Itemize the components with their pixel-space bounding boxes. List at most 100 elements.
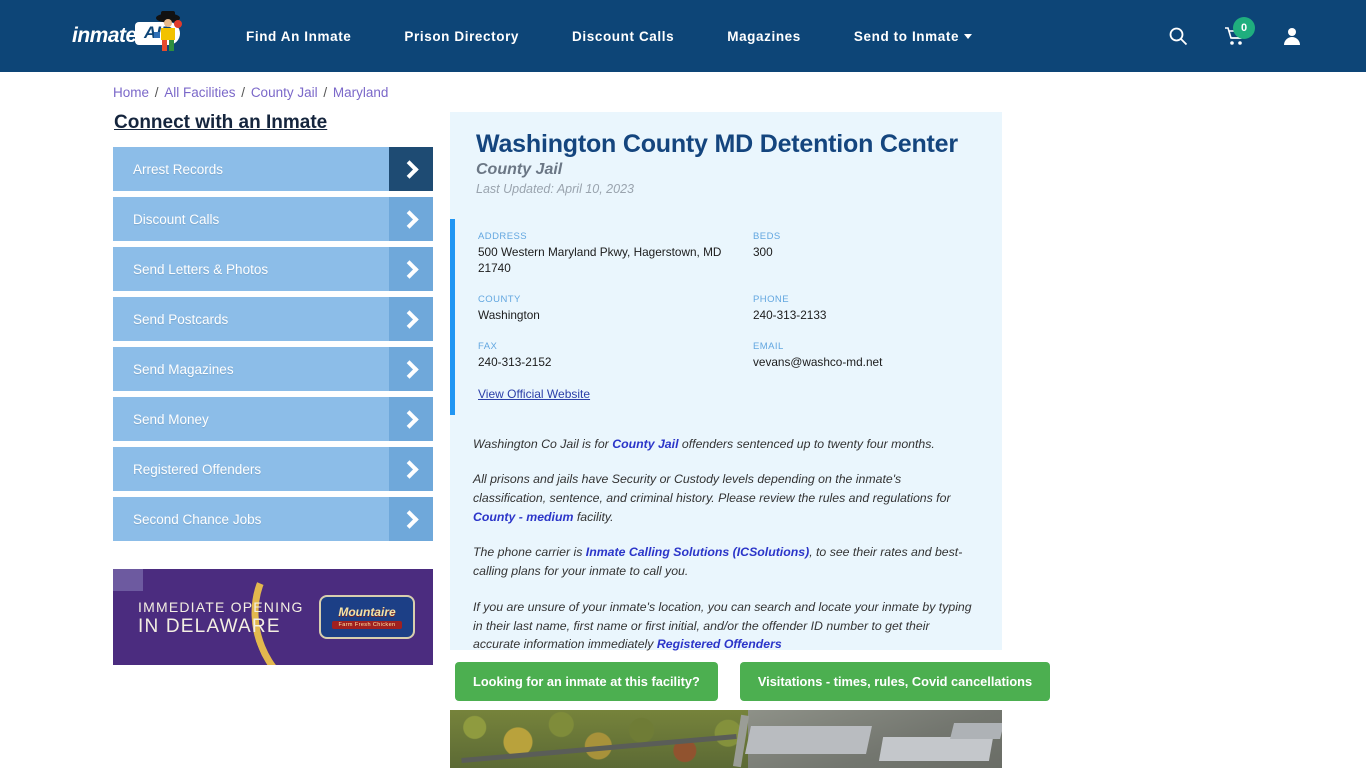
- link-icsolutions[interactable]: Inmate Calling Solutions (ICSolutions): [586, 545, 809, 559]
- nav-prison-directory[interactable]: Prison Directory: [404, 29, 519, 44]
- breadcrumb-separator: /: [237, 85, 249, 100]
- chevron-right-icon: [389, 347, 433, 391]
- sidebar-item-send-postcards[interactable]: Send Postcards: [113, 297, 433, 341]
- ad-line-1: IMMEDIATE OPENING: [138, 599, 304, 615]
- photo-building-2: [878, 736, 994, 762]
- ad-brand-name: Mountaire: [338, 605, 396, 619]
- nav-label: Find An Inmate: [246, 28, 352, 44]
- info-label: EMAIL: [753, 340, 784, 352]
- ad-text: IMMEDIATE OPENING IN DELAWARE: [138, 599, 304, 638]
- link-county-medium[interactable]: County - medium: [473, 510, 573, 524]
- info-label: BEDS: [753, 231, 781, 242]
- breadcrumb-item-all-facilities[interactable]: All Facilities: [164, 85, 235, 100]
- info-value: 240-313-2152: [478, 354, 552, 369]
- breadcrumb-item-maryland[interactable]: Maryland: [333, 85, 389, 100]
- nav-magazines[interactable]: Magazines: [727, 29, 801, 44]
- breadcrumb-separator: /: [319, 85, 331, 100]
- sidebar-item-registered-offenders[interactable]: Registered Offenders: [113, 447, 433, 491]
- info-value: 300: [753, 245, 773, 259]
- user-account-icon[interactable]: [1282, 26, 1302, 46]
- page-title: Washington County MD Detention Center: [476, 130, 958, 158]
- info-value: Washington: [478, 307, 540, 322]
- desc-text: The phone carrier is: [473, 545, 586, 560]
- chevron-right-icon: [389, 197, 433, 241]
- description-paragraph-2: All prisons and jails have Security or C…: [473, 470, 976, 526]
- looking-for-inmate-button[interactable]: Looking for an inmate at this facility?: [455, 662, 718, 701]
- inmate-character-icon: [154, 11, 182, 51]
- cta-button-row: Looking for an inmate at this facility? …: [455, 662, 1051, 701]
- chevron-right-icon: [389, 447, 433, 491]
- info-label: ADDRESS: [478, 231, 528, 242]
- sidebar-item-send-letters-photos[interactable]: Send Letters & Photos: [113, 247, 433, 291]
- cart-count-badge: 0: [1233, 17, 1255, 39]
- shopping-cart-icon[interactable]: 0: [1224, 17, 1255, 46]
- sidebar-title: Connect with an Inmate: [114, 112, 328, 133]
- sidebar-item-second-chance-jobs[interactable]: Second Chance Jobs: [113, 497, 433, 541]
- info-value: 500 Western Maryland Pkwy, Hagerstown, M…: [478, 245, 722, 275]
- ad-line-2: IN DELAWARE: [138, 615, 281, 637]
- main-navigation: Find An Inmate Prison Directory Discount…: [246, 28, 973, 44]
- breadcrumb: Home / All Facilities / County Jail / Ma…: [113, 85, 388, 100]
- facility-header: Washington County MD Detention Center Co…: [450, 112, 1002, 196]
- sidebar-item-discount-calls[interactable]: Discount Calls: [113, 197, 433, 241]
- description-paragraph-4: If you are unsure of your inmate's locat…: [473, 598, 976, 654]
- sidebar-item-send-magazines[interactable]: Send Magazines: [113, 347, 433, 391]
- description-paragraph-3: The phone carrier is Inmate Calling Solu…: [473, 543, 976, 580]
- chevron-right-icon: [389, 297, 433, 341]
- nav-label: Send to Inmate: [853, 28, 960, 44]
- ad-corner-accent: [113, 569, 143, 591]
- sidebar-item-label: Arrest Records: [133, 161, 224, 177]
- nav-discount-calls[interactable]: Discount Calls: [572, 29, 674, 44]
- photo-building-1: [745, 726, 873, 755]
- sidebar-item-arrest-records[interactable]: Arrest Records: [113, 147, 433, 191]
- chevron-right-icon: [389, 397, 433, 441]
- sidebar-item-label: Send Postcards: [133, 311, 229, 327]
- sidebar: Connect with an Inmate Arrest Records Di…: [113, 112, 433, 547]
- sidebar-item-label: Second Chance Jobs: [133, 511, 262, 527]
- site-logo[interactable]: inmate AID: [72, 11, 190, 56]
- info-field-email: EMAIL vevans@washco-md.net: [753, 341, 976, 371]
- nav-find-an-inmate[interactable]: Find An Inmate: [246, 29, 351, 44]
- info-value: vevans@washco-md.net: [753, 354, 883, 369]
- nav-label: Discount Calls: [572, 28, 675, 44]
- nav-send-to-inmate[interactable]: Send to Inmate: [853, 28, 973, 44]
- info-field-beds: BEDS 300: [753, 231, 976, 277]
- chevron-right-icon: [389, 247, 433, 291]
- info-field-fax: FAX 240-313-2152: [478, 341, 753, 371]
- chevron-down-icon: [964, 33, 973, 39]
- nav-label: Prison Directory: [404, 28, 520, 44]
- chevron-right-icon: [389, 497, 433, 541]
- link-county-jail[interactable]: County Jail: [612, 437, 678, 451]
- sidebar-item-send-money[interactable]: Send Money: [113, 397, 433, 441]
- info-value: 240-313-2133: [753, 307, 827, 322]
- site-header: inmate AID Find An Inmate Prison Directo…: [0, 0, 1366, 72]
- nav-label: Magazines: [727, 28, 801, 44]
- sidebar-item-label: Send Magazines: [133, 361, 234, 377]
- desc-text: offenders sentenced up to twenty four mo…: [678, 436, 935, 451]
- last-updated-text: Last Updated: April 10, 2023: [476, 182, 634, 196]
- facility-info-block: ADDRESS 500 Western Maryland Pkwy, Hager…: [450, 219, 1002, 415]
- logo-wordmark: inmate: [72, 24, 137, 47]
- sidebar-item-label: Send Letters & Photos: [133, 261, 269, 277]
- chevron-right-icon: [389, 147, 433, 191]
- description-paragraph-1: Washington Co Jail is for County Jail of…: [473, 435, 976, 454]
- view-official-website-link[interactable]: View Official Website: [478, 387, 590, 401]
- facility-aerial-photo: [450, 710, 1002, 768]
- desc-text: facility.: [573, 509, 614, 524]
- sidebar-item-label: Send Money: [133, 411, 209, 427]
- sidebar-advertisement[interactable]: IMMEDIATE OPENING IN DELAWARE Mountaire …: [113, 569, 433, 665]
- search-icon[interactable]: [1168, 26, 1188, 46]
- info-label: FAX: [478, 340, 498, 352]
- ad-brand-tagline: Farm Fresh Chicken: [332, 621, 402, 629]
- visitations-button[interactable]: Visitations - times, rules, Covid cancel…: [739, 662, 1051, 701]
- facility-detail-card: Washington County MD Detention Center Co…: [450, 112, 1002, 651]
- sidebar-item-label: Discount Calls: [133, 211, 220, 227]
- breadcrumb-item-home[interactable]: Home: [113, 85, 149, 100]
- info-label: COUNTY: [478, 293, 521, 305]
- breadcrumb-item-county-jail[interactable]: County Jail: [251, 85, 318, 100]
- info-field-county: COUNTY Washington: [478, 294, 753, 324]
- header-icon-group: 0: [1168, 0, 1302, 72]
- info-field-phone: PHONE 240-313-2133: [753, 294, 976, 324]
- link-registered-offenders[interactable]: Registered Offenders: [657, 637, 782, 651]
- mountaire-logo: Mountaire Farm Fresh Chicken: [319, 595, 415, 639]
